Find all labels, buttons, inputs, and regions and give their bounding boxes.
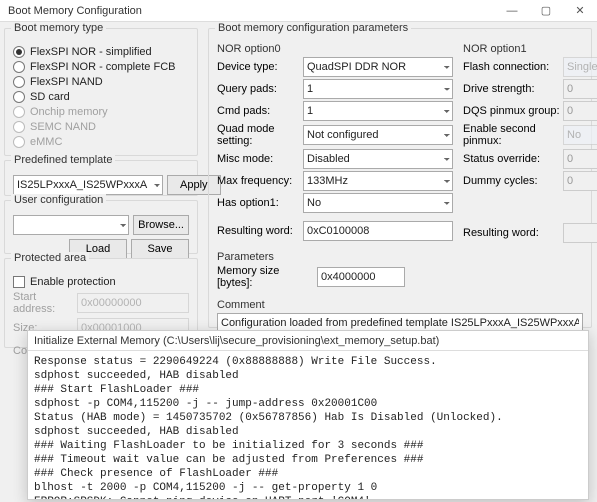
group-legend: Boot memory type	[11, 22, 106, 34]
console-panel: Initialize External Memory (C:\Users\lij…	[27, 330, 589, 500]
has-option1-select[interactable]: No	[303, 193, 453, 213]
save-button[interactable]: Save	[131, 239, 189, 259]
boot-type-option-5: SEMC NAND	[13, 121, 189, 133]
max-frequency-select[interactable]: 133MHz	[303, 171, 453, 191]
radio-icon	[13, 46, 25, 58]
predef-template-group: Predefined template IS25LPxxxA_IS25WPxxx…	[4, 160, 198, 196]
cmd-pads-select[interactable]: 1	[303, 101, 453, 121]
parameters-title: Parameters	[217, 251, 583, 263]
console-title: Initialize External Memory (C:\Users\lij…	[28, 331, 588, 351]
boot-type-option-4: Onchip memory	[13, 106, 189, 118]
boot-type-option-0[interactable]: FlexSPI NOR - simplified	[13, 46, 189, 58]
resulting-word1-field	[563, 223, 597, 243]
close-button[interactable]: ✕	[563, 0, 597, 22]
query-pads-select[interactable]: 1	[303, 79, 453, 99]
boot-type-option-6: eMMC	[13, 136, 189, 148]
boot-memory-type-group: Boot memory type FlexSPI NOR - simplifie…	[4, 28, 198, 156]
boot-type-option-2[interactable]: FlexSPI NAND	[13, 76, 189, 88]
user-config-select[interactable]	[13, 215, 129, 235]
minimize-button[interactable]: —	[495, 0, 529, 22]
boot-config-params-group: Boot memory configuration parameters NOR…	[208, 28, 592, 328]
drive-strength-field	[563, 79, 597, 99]
boot-type-option-3[interactable]: SD card	[13, 91, 189, 103]
group-legend: Protected area	[11, 252, 89, 264]
browse-button[interactable]: Browse...	[133, 215, 189, 235]
dummy-cycles-field	[563, 171, 597, 191]
nor-option0-title: NOR option0	[217, 43, 453, 55]
start-address-label: Start address:	[13, 291, 73, 315]
resulting-word0-field[interactable]	[303, 221, 453, 241]
device-type-select[interactable]: QuadSPI DDR NOR	[303, 57, 453, 77]
enable-protection-checkbox[interactable]: Enable protection	[13, 276, 189, 288]
group-legend: Boot memory configuration parameters	[215, 22, 411, 34]
radio-icon	[13, 121, 25, 133]
radio-icon	[13, 106, 25, 118]
misc-mode-select[interactable]: Disabled	[303, 149, 453, 169]
maximize-button[interactable]: ▢	[529, 0, 563, 22]
radio-icon	[13, 91, 25, 103]
flash-connection-select: Single port A	[563, 57, 597, 77]
start-address-field: 0x00000000	[77, 293, 189, 313]
group-legend: Predefined template	[11, 154, 115, 166]
comment-title: Comment	[217, 299, 583, 311]
predef-template-select[interactable]: IS25LPxxxA_IS25WPxxxA	[13, 175, 163, 195]
user-config-group: User configuration Browse... Load Save	[4, 200, 198, 254]
radio-icon	[13, 61, 25, 73]
group-legend: User configuration	[11, 194, 106, 206]
quad-mode-select[interactable]: Not configured	[303, 125, 453, 145]
radio-icon	[13, 136, 25, 148]
radio-icon	[13, 76, 25, 88]
console-output: Response status = 2290649224 (0x88888888…	[28, 351, 588, 499]
nor-option1-title: NOR option1	[463, 43, 597, 55]
titlebar: Boot Memory Configuration — ▢ ✕	[0, 0, 597, 22]
status-override-field	[563, 149, 597, 169]
dqs-pinmux-field	[563, 101, 597, 121]
boot-type-option-1[interactable]: FlexSPI NOR - complete FCB	[13, 61, 189, 73]
second-pinmux-select: No	[563, 125, 597, 145]
memory-size-field[interactable]	[317, 267, 405, 287]
window-title: Boot Memory Configuration	[8, 5, 142, 17]
